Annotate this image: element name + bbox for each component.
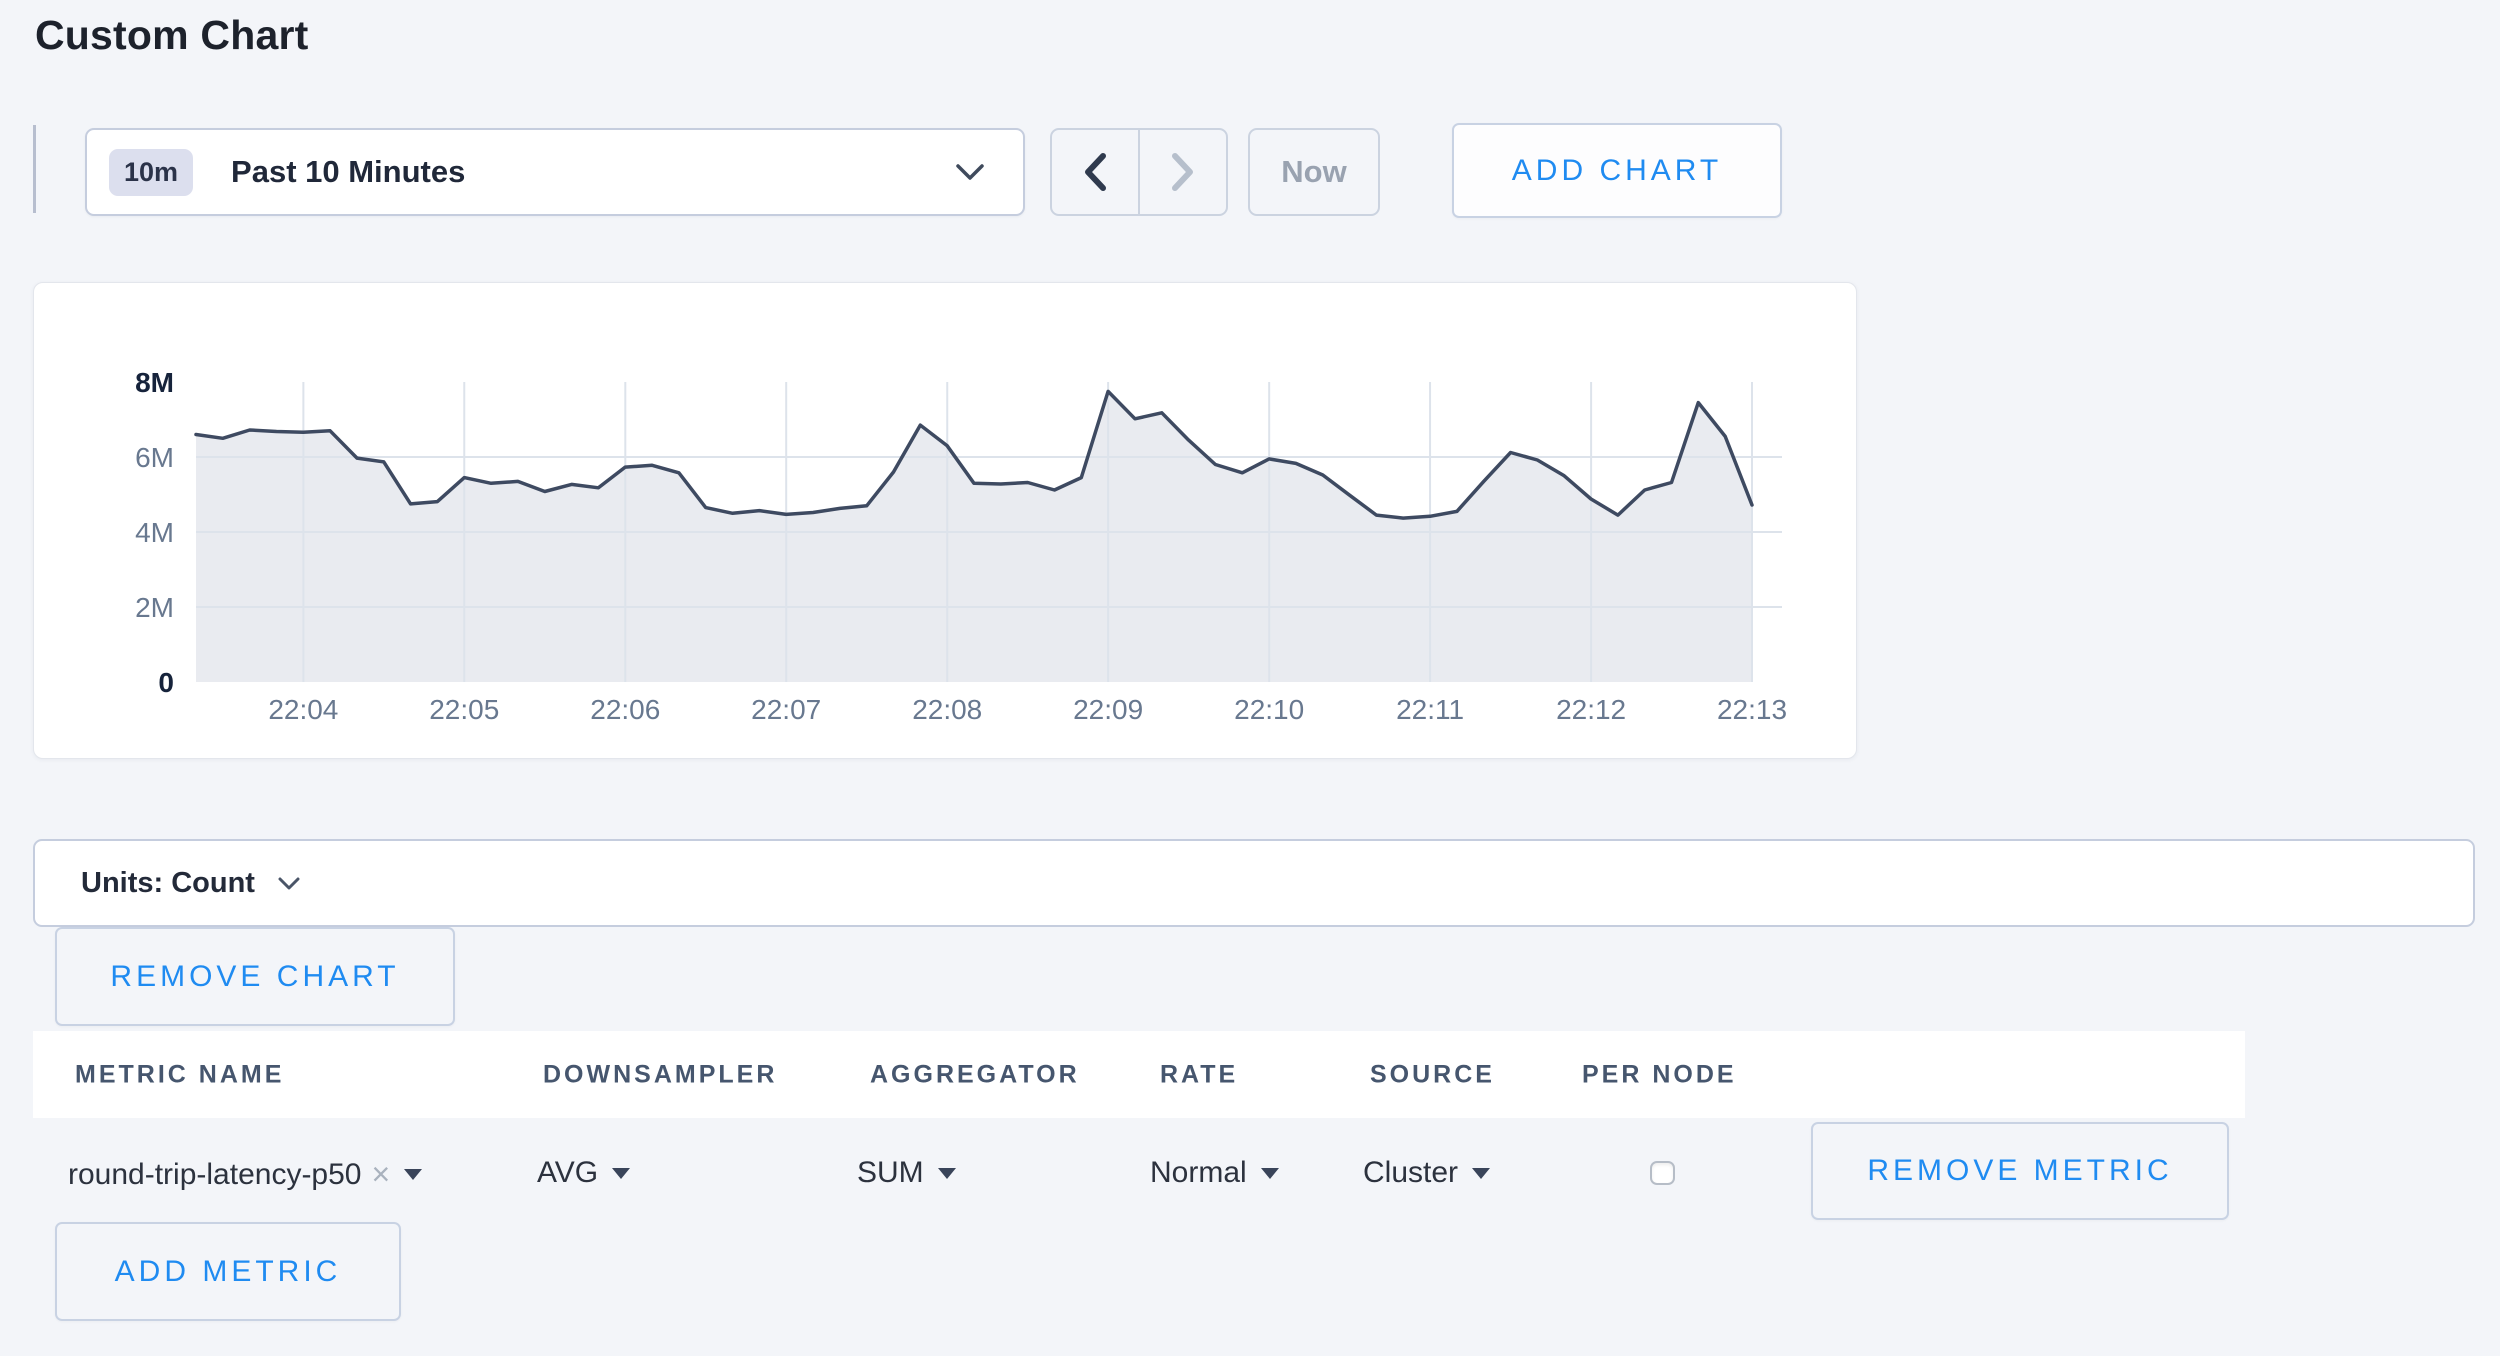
add-chart-button[interactable]: ADD CHART	[1452, 123, 1782, 218]
metric-name-dropdown[interactable]: round-trip-latency-p50 ×	[68, 1156, 422, 1193]
caret-down-icon	[612, 1168, 630, 1179]
column-header-source: SOURCE	[1370, 1060, 1495, 1089]
add-metric-button[interactable]: ADD METRIC	[55, 1222, 401, 1321]
timeseries-chart[interactable]: 0 2M 4M 6M 8M 22:04 22:05 22:06 22:07 22:08 22:09 2…	[34, 283, 1856, 758]
chart-card: 0 2M 4M 6M 8M 22:04 22:05 22:06 22:07 22:08 22:09 2…	[33, 282, 1857, 759]
time-window-label: Past 10 Minutes	[231, 154, 465, 190]
chevron-down-icon	[955, 163, 985, 181]
downsampler-value: AVG	[537, 1156, 598, 1190]
rate-value: Normal	[1150, 1156, 1247, 1190]
toolbar-divider	[33, 125, 36, 213]
page-title: Custom Chart	[35, 12, 308, 59]
x-axis-tick-label: 22:10	[1234, 694, 1304, 725]
downsampler-dropdown[interactable]: AVG	[537, 1156, 630, 1190]
time-nav-group	[1050, 128, 1228, 216]
x-axis-tick-label: 22:12	[1556, 694, 1626, 725]
column-header-rate: RATE	[1160, 1060, 1238, 1089]
column-header-aggregator: AGGREGATOR	[870, 1060, 1080, 1089]
x-axis-tick-label: 22:09	[1073, 694, 1143, 725]
aggregator-value: SUM	[857, 1156, 924, 1190]
now-button[interactable]: Now	[1248, 128, 1380, 216]
x-axis-tick-label: 22:04	[268, 694, 338, 725]
y-axis-tick-label: 2M	[135, 592, 174, 623]
x-axis-tick-label: 22:13	[1717, 694, 1787, 725]
chevron-down-icon	[277, 876, 301, 891]
chevron-right-icon	[1170, 152, 1196, 192]
remove-tag-icon[interactable]: ×	[371, 1156, 390, 1193]
time-window-select[interactable]: 10m Past 10 Minutes	[85, 128, 1025, 216]
time-back-button[interactable]	[1052, 130, 1138, 214]
units-select-label: Units: Count	[81, 867, 255, 900]
caret-down-icon	[404, 1169, 422, 1180]
y-axis-tick-label: 0	[158, 667, 174, 698]
column-header-per-node: PER NODE	[1582, 1060, 1737, 1089]
remove-metric-button[interactable]: REMOVE METRIC	[1811, 1122, 2229, 1220]
caret-down-icon	[1261, 1168, 1279, 1179]
x-axis-tick-label: 22:11	[1396, 694, 1464, 725]
column-header-downsampler: DOWNSAMPLER	[543, 1060, 777, 1089]
source-dropdown[interactable]: Cluster	[1363, 1156, 1490, 1190]
units-select[interactable]: Units: Count	[33, 839, 2475, 927]
time-window-badge: 10m	[109, 149, 193, 196]
source-value: Cluster	[1363, 1156, 1458, 1190]
x-axis-tick-label: 22:05	[429, 694, 499, 725]
caret-down-icon	[938, 1168, 956, 1179]
chevron-left-icon	[1082, 152, 1108, 192]
caret-down-icon	[1472, 1168, 1490, 1179]
metric-name-value: round-trip-latency-p50	[68, 1158, 361, 1192]
x-axis-tick-label: 22:06	[590, 694, 660, 725]
y-axis-tick-label: 6M	[135, 442, 174, 473]
y-axis-tick-label: 4M	[135, 517, 174, 548]
chart-area-fill	[196, 391, 1752, 682]
time-forward-button[interactable]	[1138, 130, 1226, 214]
x-axis-tick-label: 22:07	[751, 694, 821, 725]
remove-chart-button[interactable]: REMOVE CHART	[55, 927, 455, 1026]
y-axis-tick-label: 8M	[135, 367, 174, 398]
per-node-checkbox[interactable]	[1650, 1161, 1675, 1185]
x-axis-tick-label: 22:08	[912, 694, 982, 725]
column-header-metric-name: METRIC NAME	[75, 1060, 284, 1089]
aggregator-dropdown[interactable]: SUM	[857, 1156, 956, 1190]
metrics-table-header: METRIC NAME DOWNSAMPLER AGGREGATOR RATE …	[33, 1031, 2245, 1118]
custom-chart-page: Custom Chart 10m Past 10 Minutes Now ADD…	[0, 0, 2500, 1356]
rate-dropdown[interactable]: Normal	[1150, 1156, 1279, 1190]
